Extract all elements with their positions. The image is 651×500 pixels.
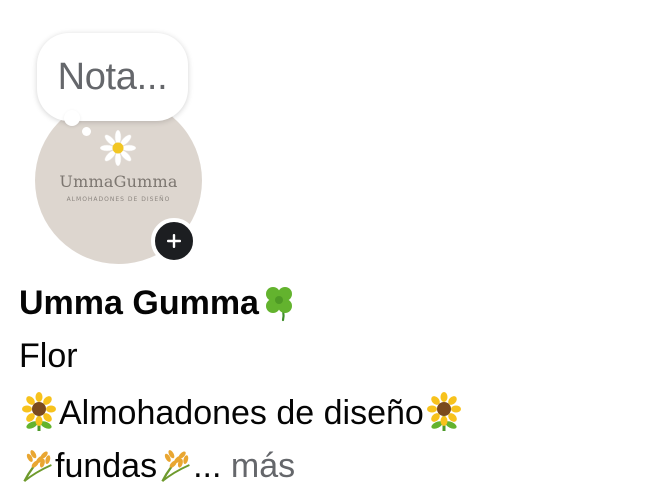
bio-ellipsis: ... <box>193 447 222 485</box>
bio-line-3: fundas ... más <box>19 447 295 486</box>
bio-line-3-text: fundas <box>55 447 158 485</box>
four-leaf-clover-icon <box>265 287 292 322</box>
note-bubble[interactable]: Nota... <box>37 33 188 121</box>
bio-line-2-text: Almohadones de diseño <box>59 394 424 432</box>
bio-line-1: Flor <box>19 337 78 375</box>
avatar-brand-name: UmmaGumma <box>59 172 178 191</box>
sunflower-icon <box>426 392 461 431</box>
note-bubble-tail-small <box>82 127 91 136</box>
bio-line-2: Almohadones de diseño <box>19 392 464 433</box>
wheat-icon <box>23 450 52 482</box>
sunflower-icon <box>22 392 56 431</box>
see-more-link[interactable]: más <box>231 447 295 485</box>
daisy-icon <box>100 130 136 166</box>
note-bubble-tail-large <box>64 110 80 126</box>
profile-name: Umma Gumma <box>19 284 259 322</box>
profile-name-row: Umma Gumma <box>19 282 299 323</box>
note-placeholder: Nota... <box>57 55 168 98</box>
wheat-icon <box>161 450 190 482</box>
avatar-tagline: ALMOHADONES DE DISEÑO <box>66 196 171 203</box>
add-story-button[interactable] <box>151 218 197 264</box>
plus-icon <box>167 234 181 248</box>
